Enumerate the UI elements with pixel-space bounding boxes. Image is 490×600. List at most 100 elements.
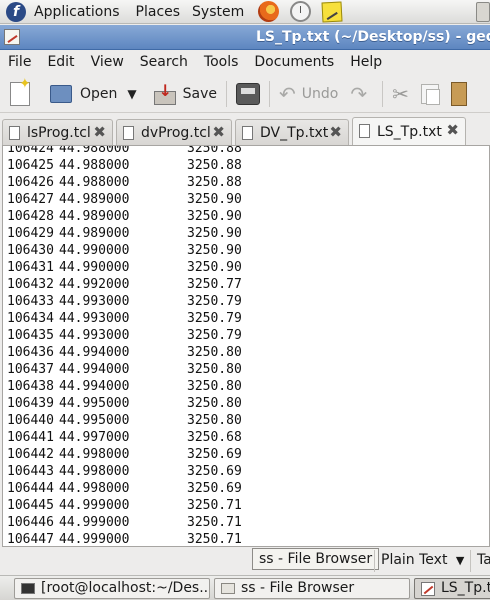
line-time-value: 44.988000 (59, 175, 130, 190)
system-menu[interactable]: System (188, 0, 248, 23)
chevron-down-icon: ▼ (455, 554, 465, 567)
close-tab-icon[interactable]: ✖ (212, 123, 225, 141)
window-title: LS_Tp.txt (~/Desktop/ss) - gedit (256, 29, 490, 45)
line-time-value: 44.989000 (59, 192, 130, 207)
line-time-value: 44.999000 (59, 498, 130, 513)
taskbar-item-gedit[interactable]: LS_Tp.txt (414, 578, 490, 599)
text-line: 106429 44.989000 3250.90 (7, 225, 242, 242)
taskbar-item-label: [root@localhost:~/Des... (41, 580, 210, 596)
line-measure-value: 3250.79 (187, 311, 242, 326)
menu-tools[interactable]: Tools (196, 54, 247, 70)
new-document-icon (10, 76, 31, 106)
line-time-value: 44.993000 (59, 328, 130, 343)
text-editor-area[interactable]: 106424 44.988000 3250.88 106425 44.988000 325… (2, 145, 490, 547)
places-menu[interactable]: Places (132, 0, 185, 23)
text-line: 106437 44.994000 3250.80 (7, 361, 242, 378)
menu-edit[interactable]: Edit (39, 54, 82, 70)
line-time-value: 44.994000 (59, 362, 130, 377)
menu-search[interactable]: Search (132, 54, 196, 70)
clock-applet-launcher[interactable] (288, 1, 312, 23)
cut-button[interactable]: ✂ (386, 78, 415, 110)
copy-button[interactable] (415, 78, 445, 110)
menu-help[interactable]: Help (342, 54, 390, 70)
tab-dv-tp[interactable]: DV_Tp.txt ✖ (235, 119, 349, 145)
tab-label: DV_Tp.txt (260, 124, 329, 141)
tab-dvprog[interactable]: dvProg.tcl ✖ (116, 119, 232, 145)
open-button-label: Open (80, 85, 118, 102)
document-icon (359, 124, 370, 138)
undo-icon: ↶ (279, 81, 296, 106)
statusbar-separator (374, 550, 375, 572)
line-index: 106428 (7, 209, 54, 224)
redo-button[interactable]: ↷ (344, 78, 379, 110)
text-line: 106427 44.989000 3250.90 (7, 191, 242, 208)
statusbar: ss - File Browser Plain Text ▼ Ta (0, 548, 490, 574)
undo-button[interactable]: ↶ Undo (273, 78, 344, 110)
line-index: 106439 (7, 396, 54, 411)
print-button[interactable] (230, 78, 266, 110)
save-button[interactable]: Save (147, 78, 223, 110)
applications-menu[interactable]: Applications (30, 0, 124, 23)
close-tab-icon[interactable]: ✖ (329, 123, 342, 141)
text-editor-icon (421, 582, 435, 596)
line-index: 106442 (7, 447, 54, 462)
menu-file[interactable]: File (0, 54, 39, 70)
window-menu-icon[interactable] (4, 29, 20, 45)
paste-button[interactable] (445, 78, 473, 110)
document-icon (123, 126, 134, 140)
text-line: 106428 44.989000 3250.90 (7, 208, 242, 225)
line-measure-value: 3250.80 (187, 396, 242, 411)
window-titlebar[interactable]: LS_Tp.txt (~/Desktop/ss) - gedit (0, 25, 490, 50)
line-measure-value: 3250.80 (187, 379, 242, 394)
open-button[interactable]: Open ▼ (44, 78, 143, 110)
open-recent-chevron-icon[interactable]: ▼ (127, 87, 136, 101)
line-index: 106431 (7, 260, 54, 275)
document-lines: 106424 44.988000 3250.88 106425 44.988000 325… (7, 145, 242, 546)
line-index: 106436 (7, 345, 54, 360)
tab-lsprog[interactable]: lsProg.tcl ✖ (2, 119, 113, 145)
clock-applet-icon (289, 1, 311, 22)
line-index: 106438 (7, 379, 54, 394)
tab-width-selector[interactable]: Ta (477, 552, 490, 568)
line-index: 106432 (7, 277, 54, 292)
toolbar-separator (226, 80, 228, 107)
note-editor-icon (321, 0, 343, 23)
line-index: 106433 (7, 294, 54, 309)
line-index: 106430 (7, 243, 54, 258)
line-index: 106441 (7, 430, 54, 445)
line-measure-value: 3250.77 (187, 277, 242, 292)
line-measure-value: 3250.69 (187, 481, 242, 496)
close-tab-icon[interactable]: ✖ (93, 123, 106, 141)
note-editor-launcher[interactable] (320, 0, 344, 23)
new-button[interactable] (0, 76, 36, 110)
menu-documents[interactable]: Documents (246, 54, 342, 70)
tab-ls-tp[interactable]: LS_Tp.txt ✖ (352, 117, 466, 145)
line-time-value: 44.989000 (59, 209, 130, 224)
firefox-launcher[interactable] (256, 1, 280, 23)
text-line: 106438 44.994000 3250.80 (7, 378, 242, 395)
panel-applet-icon[interactable] (476, 2, 490, 22)
line-measure-value: 3250.71 (187, 498, 242, 513)
line-time-value: 44.993000 (59, 294, 130, 309)
taskbar-item-label: ss - File Browser (241, 580, 355, 596)
taskbar-item-terminal[interactable]: [root@localhost:~/Des... (14, 578, 210, 599)
line-index: 106444 (7, 481, 54, 496)
tab-label: lsProg.tcl (27, 124, 91, 141)
line-measure-value: 3250.80 (187, 345, 242, 360)
text-line: 106443 44.998000 3250.69 (7, 463, 242, 480)
line-time-value: 44.988000 (59, 145, 130, 156)
fedora-logo-icon[interactable]: f (6, 1, 26, 22)
line-measure-value: 3250.79 (187, 294, 242, 309)
save-icon (153, 81, 176, 105)
taskbar-item-file-browser[interactable]: ss - File Browser (214, 578, 410, 599)
line-time-value: 44.993000 (59, 311, 130, 326)
menu-view[interactable]: View (83, 54, 132, 70)
line-time-value: 44.992000 (59, 277, 130, 292)
copy-icon (420, 83, 440, 105)
close-tab-icon[interactable]: ✖ (446, 121, 459, 139)
tab-label: dvProg.tcl (141, 124, 211, 141)
language-selector[interactable]: Plain Text ▼ (381, 552, 464, 568)
line-time-value: 44.999000 (59, 515, 130, 530)
line-index: 106427 (7, 192, 54, 207)
line-index: 106446 (7, 515, 54, 530)
